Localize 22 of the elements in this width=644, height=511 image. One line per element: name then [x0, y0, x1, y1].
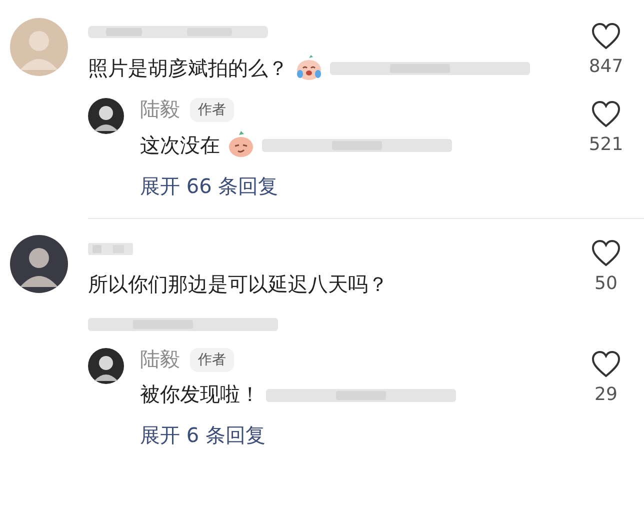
expand-replies-link[interactable]: 展开 66 条回复: [140, 173, 576, 200]
author-badge: 作者: [190, 98, 234, 122]
like-count: 29: [594, 384, 618, 405]
like-count: 50: [594, 273, 618, 294]
author-badge: 作者: [190, 348, 234, 372]
heart-icon[interactable]: [591, 350, 621, 378]
reply-text: 被你发现啦！: [140, 381, 260, 408]
heart-icon[interactable]: [591, 100, 621, 128]
like-count: 847: [588, 56, 624, 77]
author-avatar[interactable]: [88, 98, 124, 134]
blurred-text: [88, 241, 133, 257]
reply-text: 这次没在: [140, 132, 220, 158]
crying-emoji-icon: [294, 54, 324, 82]
author-avatar[interactable]: [88, 348, 124, 384]
heart-icon[interactable]: [591, 22, 621, 50]
like-count: 521: [588, 134, 624, 155]
user-avatar[interactable]: [10, 235, 68, 293]
heart-icon[interactable]: [591, 239, 621, 267]
comment-text: 照片是胡彦斌拍的么？: [88, 54, 288, 82]
expand-replies-link[interactable]: 展开 6 条回复: [140, 422, 576, 449]
comment-text: 所以你们那边是可以延迟八天吗？: [88, 271, 388, 298]
smug-emoji-icon: [226, 131, 256, 159]
